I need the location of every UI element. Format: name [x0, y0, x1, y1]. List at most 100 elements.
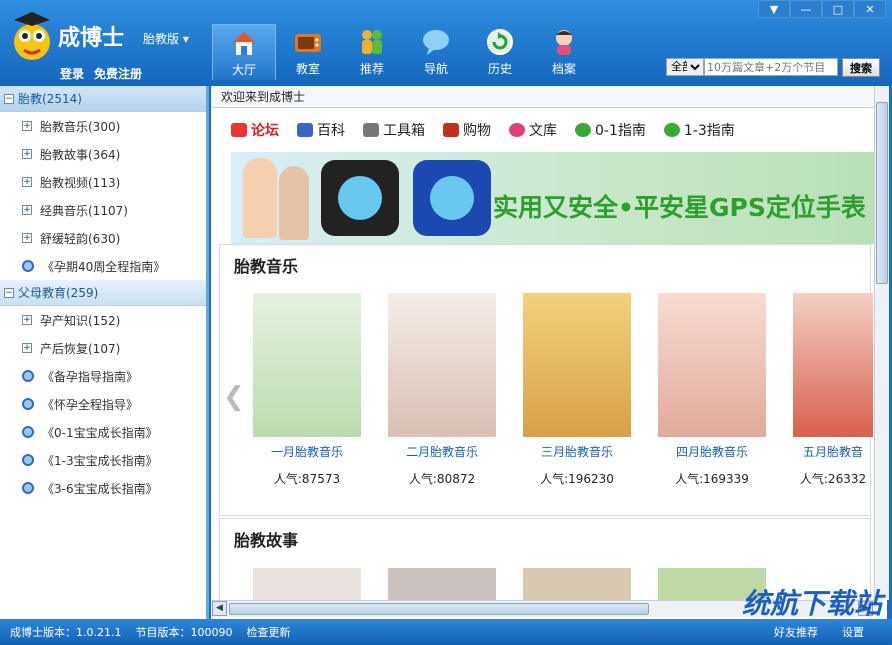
card-popularity: 人气:196230 [540, 472, 614, 486]
search-input[interactable] [704, 58, 838, 76]
maximize-button[interactable]: □ [822, 0, 854, 18]
expand-icon[interactable]: + [22, 233, 32, 243]
sidebar-item-label: 《0-1宝宝成长指南》 [42, 425, 158, 440]
login-link[interactable]: 登录 [60, 65, 84, 82]
window-controls: ▼ — □ ✕ [758, 0, 886, 18]
quick-link-guide-0-1[interactable]: 0-1指南 [575, 120, 646, 140]
minimize-button[interactable]: — [790, 0, 822, 18]
scrollbar-thumb[interactable] [229, 603, 649, 615]
card-thumbnail[interactable] [523, 293, 631, 437]
program-card[interactable] [523, 568, 631, 600]
check-update-link[interactable]: 检查更新 [246, 624, 290, 640]
card-popularity: 人气:87573 [273, 472, 341, 486]
nav-item-recommend[interactable]: 推荐 [340, 24, 404, 80]
expand-icon[interactable]: + [22, 121, 32, 131]
recommend-link[interactable]: 好友推荐 [774, 624, 818, 640]
sidebar-item[interactable]: 《备孕指导指南》 [0, 362, 206, 390]
quick-link-guide-1-3[interactable]: 1-3指南 [663, 120, 735, 140]
program-card[interactable] [388, 568, 496, 600]
close-button[interactable]: ✕ [854, 0, 886, 18]
scrollbar-thumb[interactable] [876, 102, 888, 284]
sidebar-item[interactable]: + 胎教故事(364) [0, 140, 206, 168]
card-thumbnail[interactable] [388, 568, 496, 600]
search-scope-select[interactable]: 全部 [666, 58, 704, 76]
program-card[interactable]: 四月胎教音乐 人气:169339 [658, 293, 766, 487]
title-bar: 成博士 胎教版 ▾ 登录 免费注册 大厅 教室 推荐 导航 历史 档案 ▼ — … [0, 0, 892, 86]
sidebar-item[interactable]: 《0-1宝宝成长指南》 [0, 418, 206, 446]
expand-icon[interactable]: + [22, 343, 32, 353]
menu-button[interactable]: ▼ [758, 0, 790, 18]
program-card[interactable]: 五月胎教音 人气:26332 [793, 293, 873, 487]
expand-icon[interactable]: + [22, 149, 32, 159]
card-title[interactable]: 一月胎教音乐 [271, 443, 343, 460]
search-button[interactable]: 搜索 [842, 58, 880, 77]
tv-icon [295, 34, 321, 52]
expand-icon[interactable]: + [22, 315, 32, 325]
sidebar-item-label: 产后恢复(107) [40, 341, 121, 356]
card-thumbnail[interactable] [253, 568, 361, 600]
card-thumbnail[interactable] [523, 568, 631, 600]
sidebar-group-parenting[interactable]: − 父母教育(259) [0, 280, 206, 306]
settings-link[interactable]: 设置 [842, 624, 864, 640]
home-icon [232, 32, 256, 55]
program-card[interactable]: 二月胎教音乐 人气:80872 [388, 293, 496, 487]
nav-label: 推荐 [359, 62, 384, 76]
nav-item-navigation[interactable]: 导航 [404, 24, 468, 80]
card-title[interactable]: 三月胎教音乐 [541, 443, 613, 460]
quick-link-wiki[interactable]: 百科 [297, 120, 345, 140]
card-title[interactable]: 四月胎教音乐 [676, 443, 748, 460]
nav-item-classroom[interactable]: 教室 [276, 24, 340, 80]
quick-link-label: 工具箱 [383, 123, 425, 139]
collapse-icon[interactable]: − [4, 287, 14, 298]
sidebar-item[interactable]: 《孕期40周全程指南》 [0, 252, 206, 280]
sidebar-item-label: 胎教视频(113) [40, 175, 121, 190]
scroll-left-icon[interactable]: ◀ [212, 601, 227, 616]
sidebar-item[interactable]: + 胎教视频(113) [0, 168, 206, 196]
program-card[interactable] [253, 568, 361, 600]
sidebar-item[interactable]: + 舒缓轻韵(630) [0, 224, 206, 252]
nav-item-hall[interactable]: 大厅 [212, 24, 276, 80]
sidebar-item[interactable]: + 产后恢复(107) [0, 334, 206, 362]
program-card[interactable]: 三月胎教音乐 人气:196230 [523, 293, 631, 487]
brand-name: 成博士 [58, 26, 125, 51]
sidebar-item-label: 孕产知识(152) [40, 313, 121, 328]
sidebar-item[interactable]: 《3-6宝宝成长指南》 [0, 474, 206, 502]
nav-item-profile[interactable]: 档案 [532, 24, 596, 80]
quick-link-label: 论坛 [251, 123, 279, 139]
sidebar-item[interactable]: + 孕产知识(152) [0, 306, 206, 334]
sidebar-item[interactable]: + 胎教音乐(300) [0, 112, 206, 140]
quick-link-shop[interactable]: 购物 [443, 120, 491, 140]
watch-face [430, 176, 474, 220]
program-card[interactable]: 一月胎教音乐 人气:87573 [253, 293, 361, 487]
quick-link-toolbox[interactable]: 工具箱 [363, 120, 425, 140]
quick-link-forum[interactable]: 论坛 [231, 120, 279, 140]
collapse-icon[interactable]: − [4, 93, 14, 104]
expand-icon[interactable]: + [22, 205, 32, 215]
baby-icon [556, 30, 572, 55]
sidebar-item[interactable]: 《1-3宝宝成长指南》 [0, 446, 206, 474]
card-thumbnail[interactable] [658, 293, 766, 437]
card-title[interactable]: 二月胎教音乐 [406, 443, 478, 460]
card-thumbnail[interactable] [793, 293, 873, 437]
sidebar-item[interactable]: + 经典音乐(1107) [0, 196, 206, 224]
sidebar-group-label: 父母教育(259) [18, 286, 99, 300]
nav-item-history[interactable]: 历史 [468, 24, 532, 80]
sidebar-group-prenatal[interactable]: − 胎教(2514) [0, 86, 206, 112]
section-title: 胎教音乐 [234, 257, 299, 276]
expand-icon[interactable]: + [22, 177, 32, 187]
book-icon [297, 123, 313, 137]
vertical-scrollbar[interactable] [874, 86, 889, 600]
edition-dropdown[interactable]: 胎教版 ▾ [143, 30, 189, 47]
card-title[interactable]: 五月胎教音 [803, 443, 863, 460]
sidebar-item[interactable]: 《怀孕全程指导》 [0, 390, 206, 418]
carousel-prev-icon[interactable]: ❮ [223, 382, 245, 412]
card-thumbnail[interactable] [388, 293, 496, 437]
register-link[interactable]: 免费注册 [94, 65, 142, 82]
quick-link-label: 购物 [463, 123, 491, 139]
speech-icon [509, 123, 525, 137]
ad-banner[interactable]: 实用又安全•平安星GPS定位手表 [231, 152, 875, 244]
sidebar-group-label: 胎教(2514) [18, 92, 82, 106]
forum-icon [231, 123, 247, 137]
quick-link-library[interactable]: 文库 [509, 120, 557, 140]
card-thumbnail[interactable] [253, 293, 361, 437]
